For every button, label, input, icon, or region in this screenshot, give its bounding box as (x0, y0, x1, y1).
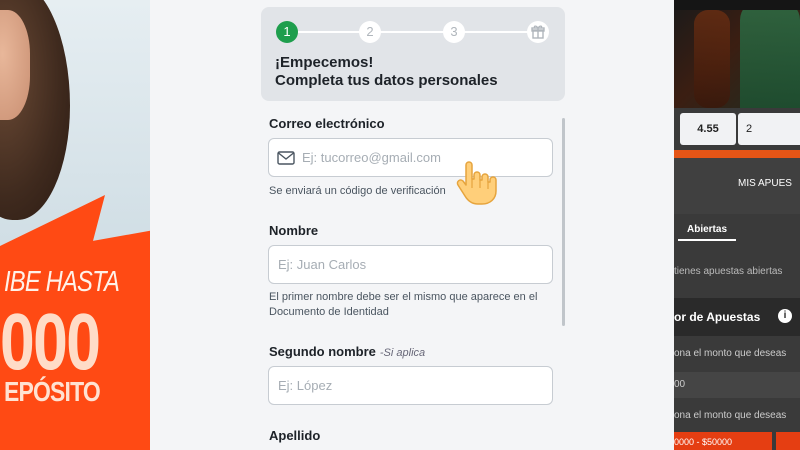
tab-abiertas[interactable]: Abiertas (678, 224, 736, 241)
amount-input[interactable]: 00 (674, 372, 800, 398)
amount-label: ona el monto que deseas (674, 348, 787, 359)
bet-calculator-title: or de Apuestas (674, 310, 761, 324)
bet-calculator-header: or de Apuestas i (674, 298, 800, 336)
middle-name-field-wrapper (268, 366, 553, 405)
match-banner-topbar (674, 0, 800, 10)
mail-icon (277, 151, 295, 165)
accent-bar (674, 150, 800, 158)
stepper-title: ¡Empecemos! (275, 54, 374, 71)
promo-deposit-text: EPÓSITO (4, 376, 101, 407)
tab-mis-apuestas[interactable]: MIS APUES (738, 178, 792, 189)
middle-name-label-text: Segundo nombre (269, 344, 376, 359)
email-field[interactable] (269, 139, 552, 176)
scrollbar[interactable] (562, 118, 565, 326)
optional-hint: -Si aplica (379, 347, 426, 359)
odd-button[interactable]: 4.55 (680, 113, 736, 145)
hand-pointer-icon (456, 161, 497, 205)
middle-name-field[interactable] (269, 367, 552, 404)
no-bets-text: tienes apuestas abiertas (674, 266, 783, 277)
step-2: 2 (359, 21, 381, 43)
first-name-field[interactable] (269, 246, 552, 283)
amount-range-button-2[interactable] (776, 432, 800, 450)
step-1: 1 (276, 21, 298, 43)
stepper-subtitle: Completa tus datos personales (275, 72, 498, 89)
odds-row: 4.55 2 (674, 108, 800, 150)
bets-panel-header: MIS APUES (674, 158, 800, 214)
gift-icon (527, 21, 549, 43)
info-icon[interactable]: i (778, 309, 792, 323)
promo-banner: IBE HASTA 000 EPÓSITO (0, 0, 150, 450)
first-name-label: Nombre (269, 223, 319, 238)
amount-label-2: ona el monto que deseas (674, 410, 787, 421)
email-help-text: Se enviará un código de verificación (269, 185, 446, 197)
first-name-field-wrapper (268, 245, 553, 284)
middle-name-label: Segundo nombre -Si aplica (269, 344, 425, 359)
step-3: 3 (443, 21, 465, 43)
background-betting-page: 4.55 2 MIS APUES Abiertas tienes apuesta… (674, 0, 800, 450)
match-banner-player-left (694, 10, 730, 108)
email-label: Correo electrónico (269, 116, 385, 131)
promo-amount: 000 (0, 297, 101, 386)
first-name-help-text: El primer nombre debe ser el mismo que a… (269, 291, 538, 318)
odd-button[interactable]: 2 (738, 113, 800, 145)
registration-modal: 1 2 3 ¡Empecemos! Completa tus datos per… (150, 0, 674, 450)
bets-panel: MIS APUES Abiertas tienes apuestas abier… (674, 158, 800, 450)
last-name-label: Apellido (269, 428, 321, 443)
stepper-line (287, 31, 543, 33)
match-banner-player-right (740, 0, 800, 108)
amount-range-button[interactable]: 0000 - $50000 (674, 432, 772, 450)
email-field-wrapper (268, 138, 553, 177)
stepper-card: 1 2 3 ¡Empecemos! Completa tus datos per… (261, 7, 565, 101)
promo-headline: IBE HASTA (4, 266, 120, 298)
